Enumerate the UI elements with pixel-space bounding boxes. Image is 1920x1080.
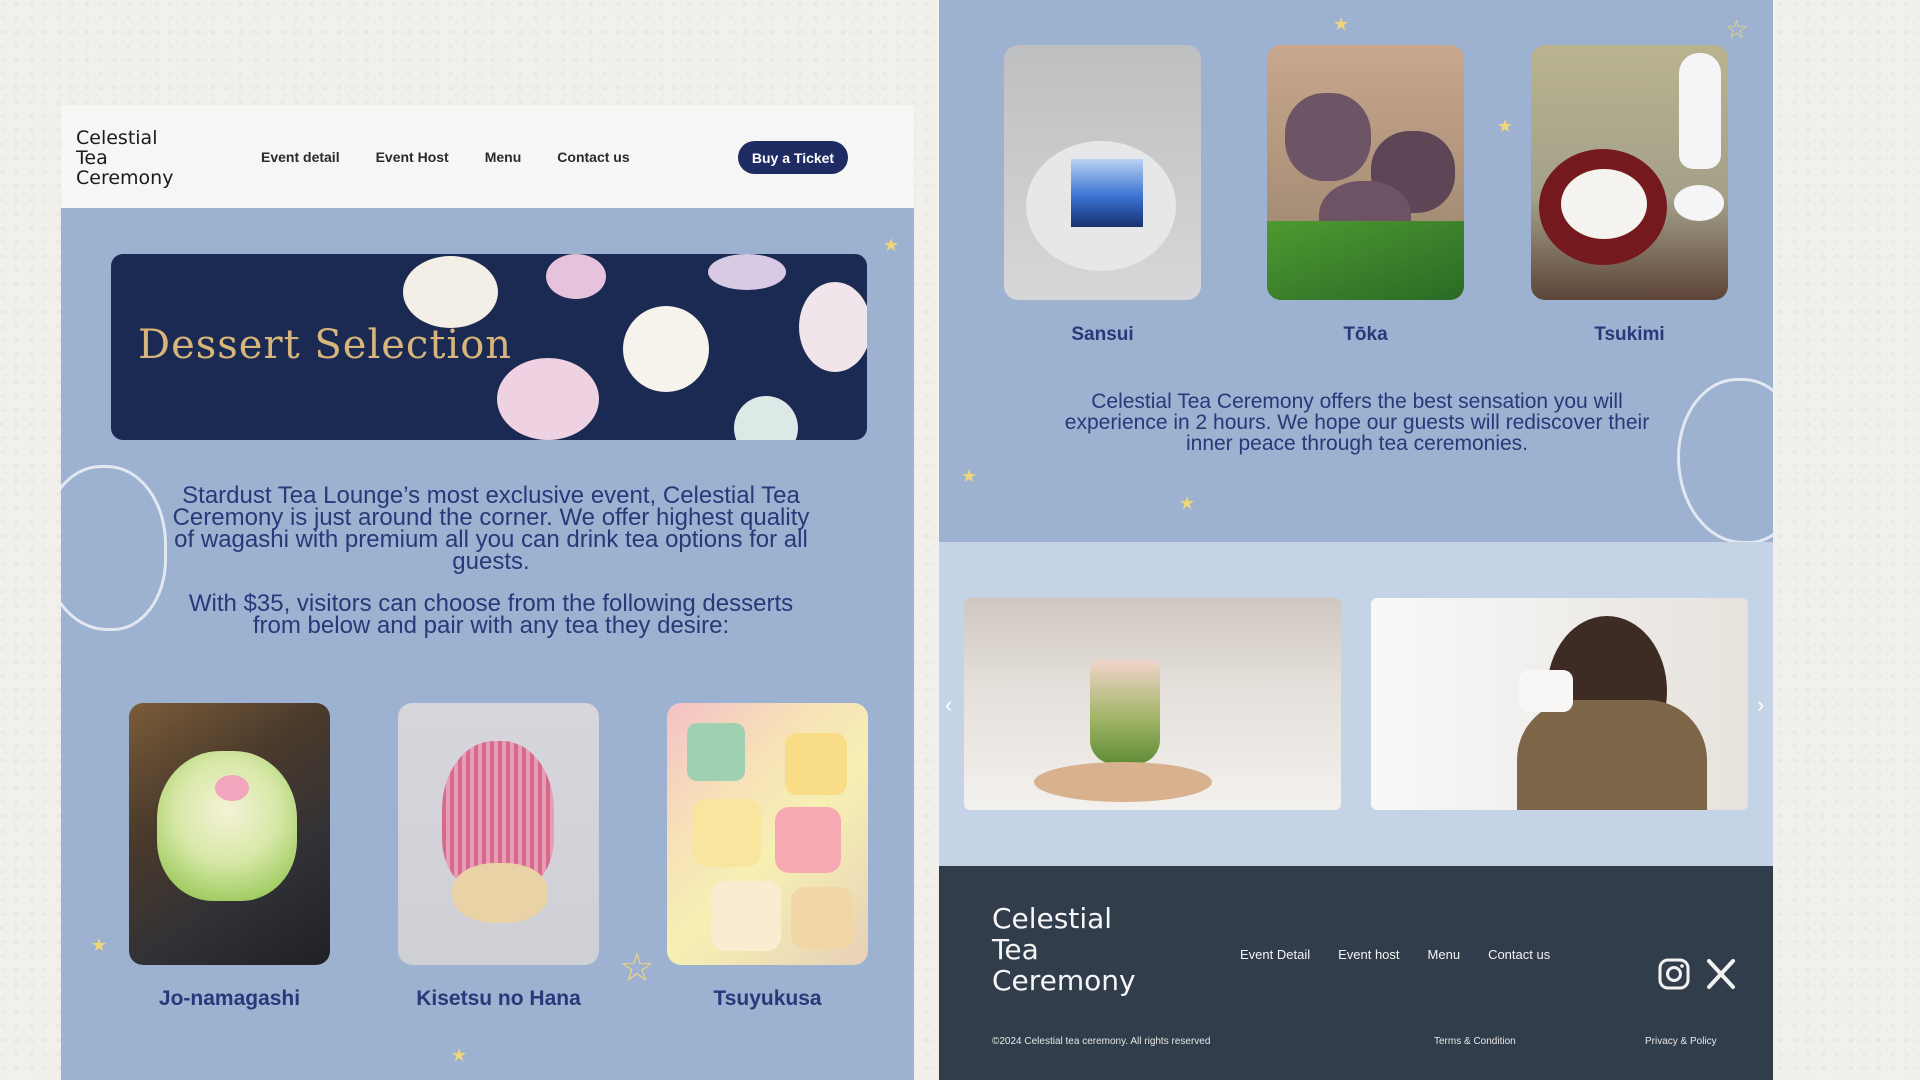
brand-logo[interactable]: Celestial Tea Ceremony [76,128,173,188]
site-header: Celestial Tea Ceremony Event detail Even… [61,105,914,208]
wagashi-lilac-image [708,254,786,290]
dessert-selection-hero: Dessert Selection [111,254,867,440]
x-twitter-icon[interactable] [1704,957,1738,991]
star-decoration: ★ [883,235,900,255]
footer-nav: Event Detail Event host Menu Contact us [1240,947,1550,962]
nav-menu[interactable]: Menu [485,149,522,165]
main-nav: Event detail Event Host Menu Contact us [261,149,630,165]
matcha-parfait-photo [964,598,1341,810]
wagashi-white-image [799,282,867,372]
copyright-text: ©2024 Celestial tea ceremony. All rights… [992,1036,1211,1047]
footer-logo[interactable]: Celestial Tea Ceremony [992,903,1136,996]
photo-gallery: ‹ › [939,542,1773,866]
dessert-name: Sansui [1071,324,1134,345]
privacy-link[interactable]: Privacy & Policy [1645,1036,1717,1047]
right-page-mockup: ★ ★ ★ ★ ☆ Sansui Tōka Tsukimi Celestial … [939,0,1773,1080]
star-decoration: ★ [1497,116,1514,136]
star-decoration: ★ [451,1045,468,1065]
sakura-outline-decoration [1677,378,1773,544]
dessert-card-tsukimi[interactable]: Tsukimi [1531,45,1728,346]
nav-contact-us[interactable]: Contact us [557,149,629,165]
intro-paragraph-2: With $35, visitors can choose from the f… [188,590,794,639]
toka-image [1267,45,1464,300]
woman-drinking-tea-photo [1371,598,1748,810]
sansui-image [1004,45,1201,300]
event-description: Celestial Tea Ceremony offers the best s… [1064,390,1650,455]
sakura-outline-decoration [61,465,167,631]
instagram-icon[interactable] [1657,957,1691,991]
intro-paragraph-1: Stardust Tea Lounge’s most exclusive eve… [172,482,810,575]
left-page-mockup: Celestial Tea Ceremony Event detail Even… [61,105,914,1080]
wagashi-swirl-image [734,396,798,440]
dessert-card-kisetsu-no-hana[interactable]: Kisetsu no Hana [398,703,599,1011]
kisetsu-no-hana-image [398,703,599,965]
footer-event-detail-link[interactable]: Event Detail [1240,947,1310,962]
star-decoration: ★ [1179,493,1196,513]
terms-link[interactable]: Terms & Condition [1434,1036,1516,1047]
jo-namagashi-image [129,703,330,965]
dessert-name: Tsukimi [1594,324,1665,345]
star-decoration: ★ [1333,14,1350,34]
dessert-card-toka[interactable]: Tōka [1267,45,1464,346]
dessert-card-tsuyukusa[interactable]: Tsuyukusa [667,703,868,1011]
dessert-name: Jo-namagashi [158,987,301,1010]
wagashi-flower-image [403,256,498,328]
star-outline-decoration: ☆ [619,946,655,990]
star-outline-decoration: ☆ [1725,14,1749,44]
nav-event-detail[interactable]: Event detail [261,149,340,165]
footer-event-host-link[interactable]: Event host [1338,947,1399,962]
dessert-card-jo-namagashi[interactable]: Jo-namagashi [129,703,330,1011]
footer-contact-link[interactable]: Contact us [1488,947,1550,962]
gallery-next-arrow-icon[interactable]: › [1757,692,1764,718]
gallery-prev-arrow-icon[interactable]: ‹ [945,692,952,718]
wagashi-pink-image [546,254,606,299]
intro-text: Stardust Tea Lounge’s most exclusive eve… [171,482,811,657]
buy-ticket-button[interactable]: Buy a Ticket [738,141,848,174]
dessert-name: Kisetsu no Hana [416,987,581,1010]
tsuyukusa-image [667,703,868,965]
wagashi-lotus-image [497,358,599,440]
wagashi-daisy-image [623,306,709,392]
dessert-name: Tsuyukusa [713,987,822,1010]
dessert-card-sansui[interactable]: Sansui [1004,45,1201,346]
footer-menu-link[interactable]: Menu [1428,947,1461,962]
site-footer: Celestial Tea Ceremony Event Detail Even… [939,866,1773,1080]
star-decoration: ★ [961,466,978,486]
tsukimi-image [1531,45,1728,300]
dessert-name: Tōka [1343,324,1388,345]
star-decoration: ★ [91,935,108,955]
nav-event-host[interactable]: Event Host [376,149,449,165]
hero-title: Dessert Selection [138,322,513,368]
